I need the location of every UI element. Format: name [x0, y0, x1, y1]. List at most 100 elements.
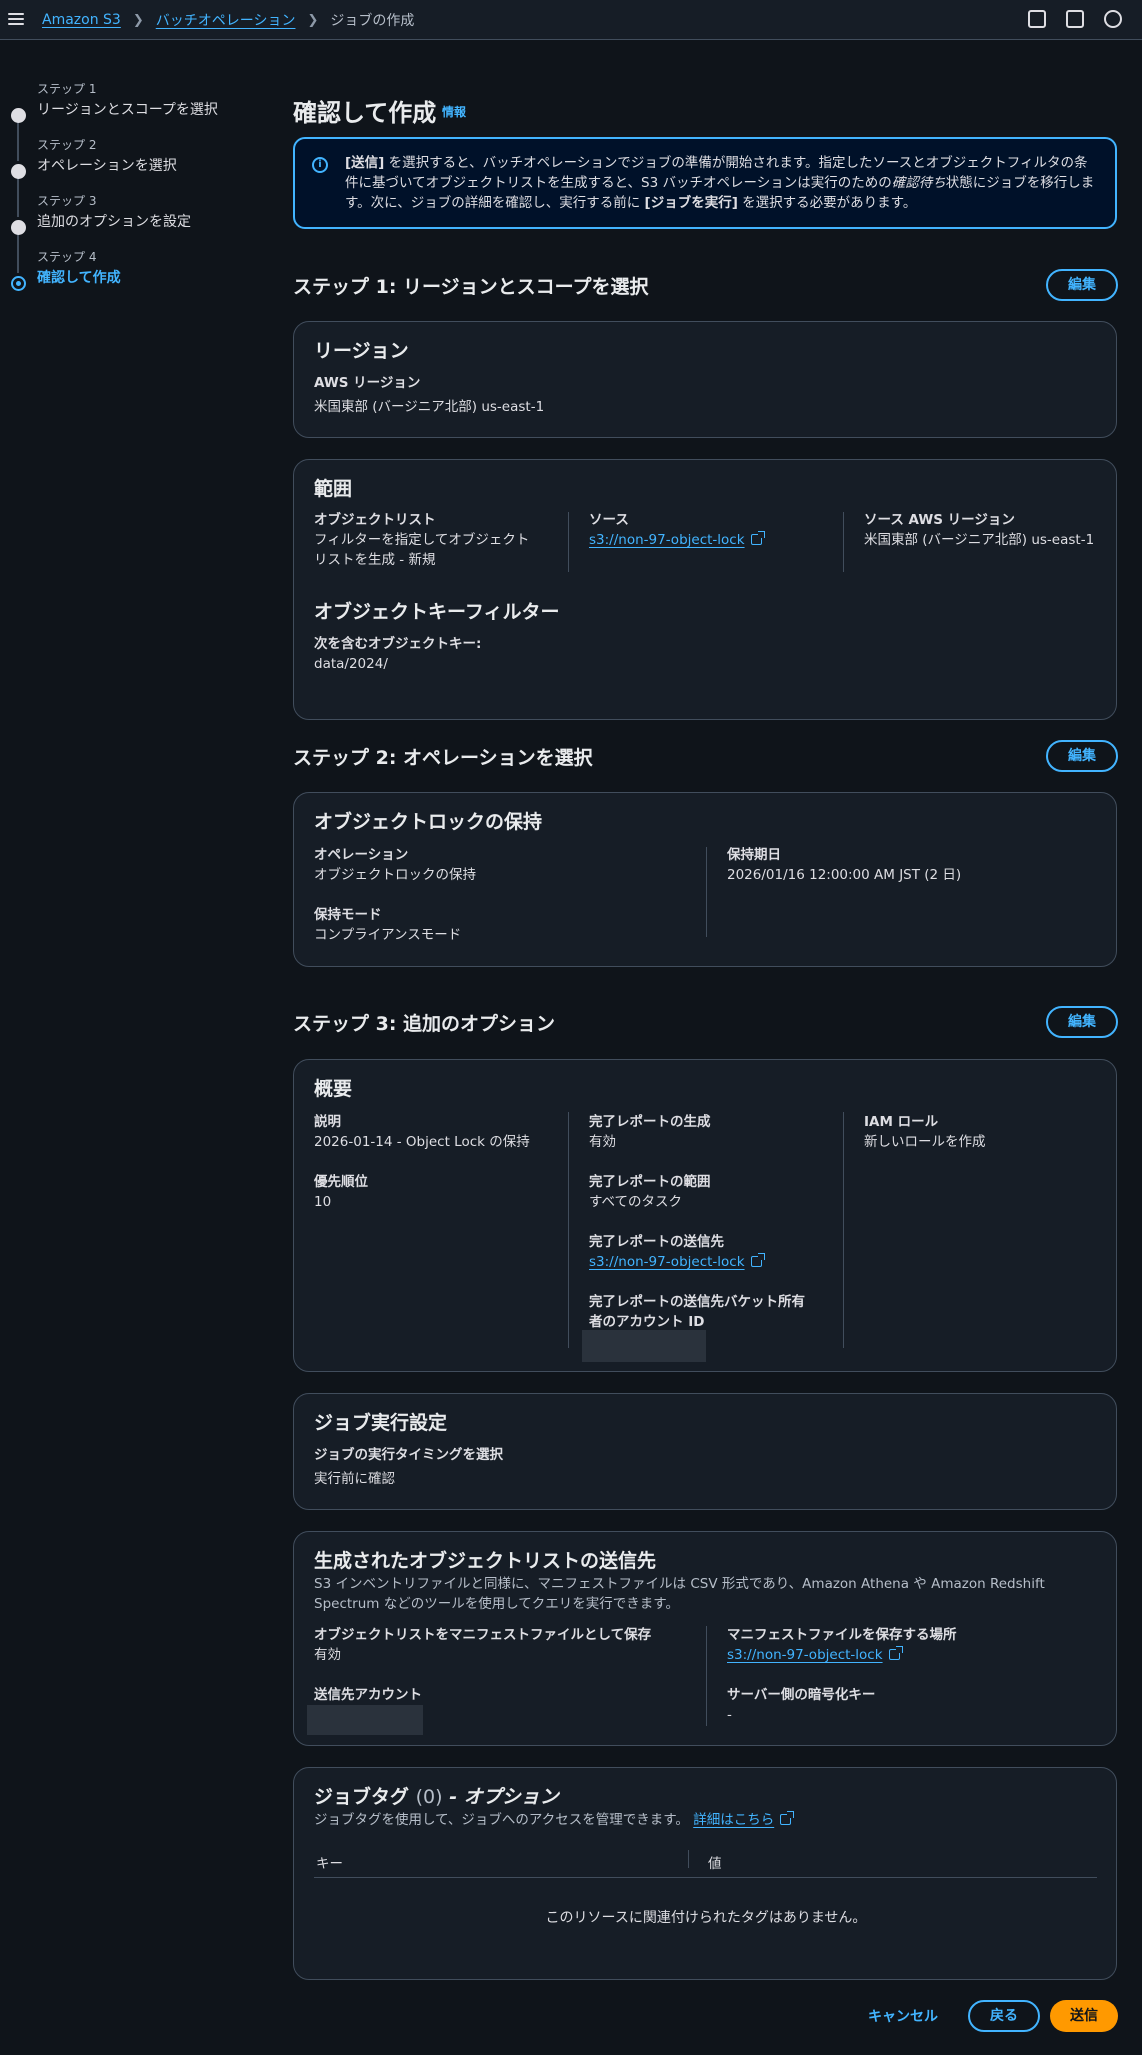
step-connector [17, 121, 19, 161]
redacted-account-id [582, 1330, 706, 1362]
empty-state-message: このリソースに関連付けられたタグはありません。 [545, 1910, 867, 1926]
completion-report-field: 完了レポートの生成 有効 [589, 1114, 711, 1150]
step-number: ステップ 2 [37, 138, 97, 152]
top-toolbar-icons [1028, 10, 1122, 28]
edit-step2-button[interactable]: 編集 [1046, 740, 1118, 772]
info-icon: i [312, 157, 328, 173]
column-header-value[interactable]: 値 [708, 1852, 722, 1872]
destination-owner-account-field: 完了レポートの送信先バケット所有 者のアカウント ID [589, 1294, 805, 1330]
column-divider [706, 847, 707, 937]
operation-field: オペレーション オブジェクトロックの保持 [314, 847, 476, 883]
destination-account-field: 送信先アカウント [314, 1687, 422, 1703]
form-actions: キャンセル 戻る 送信 [848, 2000, 1118, 2032]
region-card: リージョン AWS リージョン 米国東部 (バージニア北部) us-east-1 [293, 321, 1117, 438]
manifest-destination-card: 生成されたオブジェクトリストの送信先 S3 インベントリファイルと同様に、マニフ… [293, 1531, 1117, 1746]
job-tags-card: ジョブタグ (0) - オプション ジョブタグを使用して、ジョブへのアクセスを管… [293, 1767, 1117, 1980]
object-key-filter-field: 次を含むオブジェクトキー: data/2024/ [314, 636, 482, 672]
iam-role-field: IAM ロール 新しいロールを作成 [864, 1114, 986, 1150]
filter-title: オブジェクトキーフィルター [314, 601, 560, 623]
report-scope-field: 完了レポートの範囲 すべてのタスク [589, 1174, 711, 1210]
card-title: 範囲 [314, 478, 353, 500]
report-destination-field: 完了レポートの送信先 s3://non-97-object-lock [589, 1232, 765, 1272]
card-title: オブジェクトロックの保持 [314, 811, 543, 833]
retain-until-date-field: 保持期日 2026/01/16 12:00:00 AM JST (2 日) [727, 847, 962, 883]
execution-timing-field: ジョブの実行タイミングを選択 実行前に確認 [314, 1447, 503, 1487]
step3-heading: ステップ 3: 追加のオプション [293, 1013, 556, 1035]
column-divider [843, 1112, 844, 1348]
card-description: S3 インベントリファイルと同様に、マニフェストファイルは CSV 形式であり、… [314, 1576, 1045, 1612]
top-navigation-bar: Amazon S3 ❯ バッチオペレーション ❯ ジョブの作成 [0, 0, 1142, 40]
step1-heading: ステップ 1: リージョンとスコープを選択 [293, 276, 649, 298]
column-divider [568, 512, 569, 572]
back-button[interactable]: 戻る [968, 2000, 1040, 2032]
source-field: ソース s3://non-97-object-lock [589, 510, 765, 550]
info-alert: i [送信] を選択すると、バッチオペレーションでジョブの準備が開始されます。指… [293, 137, 1117, 229]
card-description: ジョブタグを使用して、ジョブへのアクセスを管理できます。 詳細はこちら [314, 1810, 795, 1830]
edit-step1-button[interactable]: 編集 [1046, 269, 1118, 301]
step-number: ステップ 3 [37, 194, 97, 208]
priority-field: 優先順位 10 [314, 1174, 368, 1210]
page-title: 確認して作成 [293, 99, 437, 127]
save-manifest-field: オブジェクトリストをマニフェストファイルとして保存 有効 [314, 1627, 652, 1663]
step-label: リージョンとスコープを選択 [37, 102, 218, 118]
card-title: ジョブ実行設定 [314, 1412, 448, 1434]
settings-hex-icon[interactable] [1104, 10, 1122, 28]
external-link-icon [780, 1811, 795, 1825]
step-label: オペレーションを選択 [37, 158, 177, 174]
breadcrumb: Amazon S3 ❯ バッチオペレーション ❯ ジョブの作成 [42, 10, 414, 30]
column-divider [568, 1112, 569, 1348]
cancel-button[interactable]: キャンセル [848, 2006, 958, 2026]
step-status-icon [11, 164, 26, 179]
chevron-right-icon: ❯ [132, 12, 144, 28]
learn-more-link[interactable]: 詳細はこちら [693, 1812, 774, 1828]
chevron-right-icon: ❯ [307, 12, 319, 28]
external-link-icon [750, 1253, 765, 1267]
encryption-key-field: サーバー側の暗号化キー - [727, 1687, 876, 1723]
column-divider [843, 512, 844, 572]
retention-mode-field: 保持モード コンプライアンスモード [314, 907, 462, 943]
card-title: 生成されたオブジェクトリストの送信先 [314, 1550, 657, 1572]
submit-button[interactable]: 送信 [1050, 2000, 1118, 2032]
source-region-field: ソース AWS リージョン 米国東部 (バージニア北部) us-east-1 [864, 512, 1095, 548]
external-link-icon [888, 1646, 903, 1660]
step-connector [17, 233, 19, 273]
column-divider [706, 1626, 707, 1726]
info-link[interactable]: 情報 [442, 103, 466, 120]
object-list-field: オブジェクトリスト フィルターを指定してオブジェクト リストを生成 - 新規 [314, 512, 530, 568]
aws-region-field: AWS リージョン 米国東部 (バージニア北部) us-east-1 [314, 375, 545, 415]
column-header-key[interactable]: キー [316, 1852, 343, 1872]
step-status-icon [11, 108, 26, 123]
step2-heading: ステップ 2: オペレーションを選択 [293, 747, 593, 769]
breadcrumb-batch-operations[interactable]: バッチオペレーション [156, 10, 296, 30]
scope-card: 範囲 オブジェクトリスト フィルターを指定してオブジェクト リストを生成 - 新… [293, 459, 1117, 720]
card-title: 概要 [314, 1078, 353, 1100]
object-lock-retention-card: オブジェクトロックの保持 オペレーション オブジェクトロックの保持 保持モード … [293, 792, 1117, 967]
column-resizer[interactable] [688, 1850, 689, 1868]
step-connector [17, 177, 19, 217]
step-label: 確認して作成 [37, 270, 121, 286]
breadcrumb-amazon-s3[interactable]: Amazon S3 [42, 12, 121, 28]
step-number: ステップ 1 [37, 82, 97, 96]
source-bucket-link[interactable]: s3://non-97-object-lock [589, 532, 745, 548]
description-field: 説明 2026-01-14 - Object Lock の保持 [314, 1114, 530, 1150]
step-number: ステップ 4 [37, 250, 97, 264]
job-execution-card: ジョブ実行設定 ジョブの実行タイミングを選択 実行前に確認 [293, 1393, 1117, 1510]
alert-text: [送信] を選択すると、バッチオペレーションでジョブの準備が開始されます。指定し… [345, 155, 1095, 211]
panel-exit-icon[interactable] [1066, 10, 1084, 28]
tags-table-header: キー 値 [314, 1848, 1097, 1878]
report-destination-link[interactable]: s3://non-97-object-lock [589, 1254, 745, 1270]
tag-count: (0) [415, 1786, 443, 1808]
overview-card: 概要 説明 2026-01-14 - Object Lock の保持 優先順位 … [293, 1059, 1117, 1372]
step-current-icon [11, 276, 26, 291]
manifest-location-field: マニフェストファイルを保存する場所 s3://non-97-object-loc… [727, 1627, 957, 1663]
step-label: 追加のオプションを設定 [37, 214, 191, 230]
menu-icon[interactable] [8, 11, 24, 27]
card-title: ジョブタグ (0) - オプション [314, 1786, 559, 1808]
edit-step3-button[interactable]: 編集 [1046, 1006, 1118, 1038]
step-status-icon [11, 220, 26, 235]
manifest-location-link[interactable]: s3://non-97-object-lock [727, 1647, 883, 1663]
external-link-icon [750, 531, 765, 545]
breadcrumb-current: ジョブの作成 [330, 13, 415, 29]
card-title: リージョン [314, 340, 409, 362]
monitor-search-icon[interactable] [1028, 10, 1046, 28]
